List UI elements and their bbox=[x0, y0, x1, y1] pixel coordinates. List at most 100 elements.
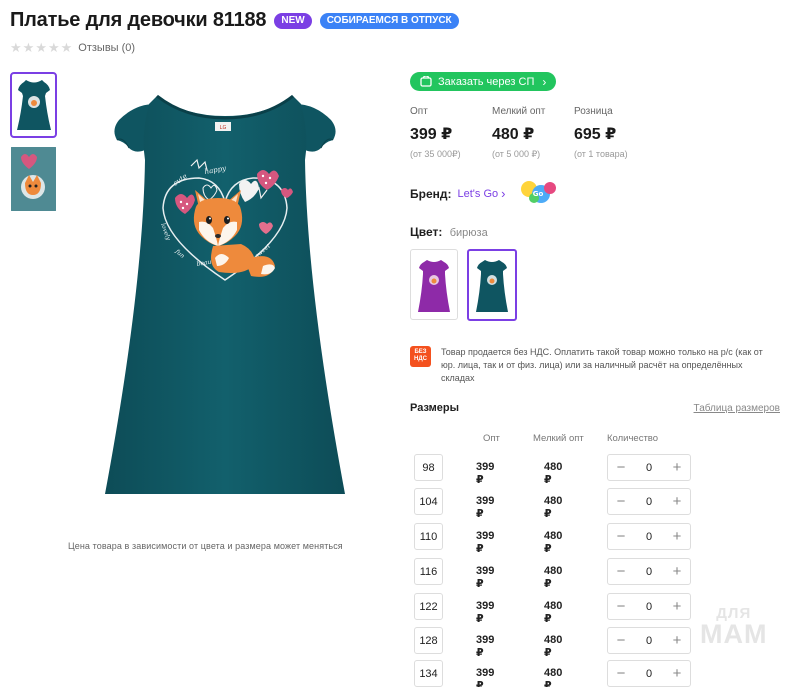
price-note: (от 5 000 ₽) bbox=[492, 149, 541, 159]
brand-row: Бренд: Let's Go › Go bbox=[410, 180, 780, 207]
chevron-right-icon: › bbox=[501, 186, 506, 201]
size-label: 104 bbox=[414, 488, 443, 515]
star-icon: ★ bbox=[47, 40, 60, 55]
col-head-opt: Опт bbox=[483, 433, 500, 444]
swatch-purple[interactable] bbox=[410, 249, 458, 320]
color-value: бирюза bbox=[449, 227, 488, 239]
chevron-right-icon: › bbox=[542, 74, 547, 89]
brand-link[interactable]: Let's Go bbox=[458, 188, 499, 200]
quantity-stepper: − 0 + bbox=[607, 454, 691, 481]
reviews-link[interactable]: Отзывы (0) bbox=[78, 42, 135, 54]
price-block: Опт 399 ₽ (от 35 000₽) Мелкий опт 480 ₽ … bbox=[410, 106, 780, 160]
rating-row: ★ ★ ★ ★ ★ Отзывы (0) bbox=[10, 40, 135, 56]
vat-text: Товар продается без НДС. Оплатить такой … bbox=[441, 347, 763, 383]
minus-button[interactable]: − bbox=[614, 564, 628, 579]
brand-logo[interactable]: Go bbox=[519, 180, 557, 207]
svg-text:Go: Go bbox=[533, 190, 544, 198]
product-info: Заказать через СП › Опт 399 ₽ (от 35 000… bbox=[410, 72, 780, 414]
main-product-image[interactable]: LG cute happy lovely fun beautiful dream… bbox=[95, 90, 355, 500]
star-icon: ★ bbox=[10, 40, 22, 55]
size-opt-price: 399 ₽ bbox=[476, 461, 495, 486]
quantity-value[interactable]: 0 bbox=[646, 531, 652, 543]
size-label: 134 bbox=[414, 660, 443, 687]
watermark: ДЛЯ МАМ bbox=[700, 606, 767, 648]
size-opt-price: 399 ₽ bbox=[476, 634, 495, 659]
size-small-opt-price: 480 ₽ bbox=[544, 600, 563, 625]
rating-stars: ★ ★ ★ ★ ★ bbox=[10, 40, 72, 56]
quantity-stepper: − 0 + bbox=[607, 627, 691, 654]
sizes-header: Размеры Таблица размеров bbox=[410, 402, 780, 414]
watermark-line: МАМ bbox=[700, 619, 768, 649]
quantity-value[interactable]: 0 bbox=[646, 668, 652, 680]
size-chart-link[interactable]: Таблица размеров bbox=[694, 403, 780, 414]
thumbnail-list bbox=[10, 72, 57, 212]
new-badge: NEW bbox=[274, 12, 312, 29]
quantity-stepper: − 0 + bbox=[607, 523, 691, 550]
quantity-stepper: − 0 + bbox=[607, 593, 691, 620]
size-opt-price: 399 ₽ bbox=[476, 667, 495, 687]
lets-go-logo-image: Go bbox=[521, 181, 557, 203]
plus-button[interactable]: + bbox=[670, 494, 684, 509]
star-icon: ★ bbox=[35, 40, 47, 55]
size-label: 98 bbox=[414, 454, 443, 481]
price-change-note: Цена товара в зависимости от цвета и раз… bbox=[68, 541, 343, 551]
quantity-value[interactable]: 0 bbox=[646, 566, 652, 578]
vat-notice: БЕЗ НДС Товар продается без НДС. Оплатит… bbox=[410, 346, 780, 385]
cart-icon bbox=[420, 76, 432, 87]
price-small-opt: Мелкий опт 480 ₽ (от 5 000 ₽) bbox=[492, 106, 574, 160]
size-small-opt-price: 480 ₽ bbox=[544, 634, 563, 659]
star-icon: ★ bbox=[22, 40, 35, 55]
size-opt-price: 399 ₽ bbox=[476, 495, 495, 520]
minus-button[interactable]: − bbox=[614, 633, 628, 648]
brand-label: Бренд: bbox=[410, 186, 452, 201]
col-head-qty: Количество bbox=[607, 433, 659, 444]
quantity-value[interactable]: 0 bbox=[646, 635, 652, 647]
size-small-opt-price: 480 ₽ bbox=[544, 495, 563, 520]
thumbnail-dress[interactable] bbox=[10, 72, 57, 138]
vacation-badge[interactable]: СОБИРАЕМСЯ В ОТПУСК bbox=[319, 12, 459, 29]
quantity-value[interactable]: 0 bbox=[646, 462, 652, 474]
size-label: 128 bbox=[414, 627, 443, 654]
minus-button[interactable]: − bbox=[614, 494, 628, 509]
price-opt: Опт 399 ₽ (от 35 000₽) bbox=[410, 106, 492, 160]
size-label: 122 bbox=[414, 593, 443, 620]
minus-button[interactable]: − bbox=[614, 666, 628, 681]
size-small-opt-price: 480 ₽ bbox=[544, 530, 563, 555]
thumbnail-print[interactable] bbox=[10, 146, 57, 212]
size-opt-price: 399 ₽ bbox=[476, 600, 495, 625]
turquoise-dress-image bbox=[476, 260, 508, 312]
price-retail: Розница 695 ₽ (от 1 товара) bbox=[574, 106, 656, 160]
minus-button[interactable]: − bbox=[614, 529, 628, 544]
svg-text:LG: LG bbox=[220, 125, 227, 131]
plus-button[interactable]: + bbox=[670, 564, 684, 579]
swatch-turquoise[interactable] bbox=[467, 249, 517, 321]
vat-icon-line: БЕЗ bbox=[414, 349, 427, 355]
price-value: 480 ₽ bbox=[492, 126, 535, 143]
size-label: 116 bbox=[414, 558, 443, 585]
price-note: (от 35 000₽) bbox=[410, 149, 461, 159]
print-thumbnail-image bbox=[11, 147, 56, 211]
size-small-opt-price: 480 ₽ bbox=[544, 667, 563, 687]
plus-button[interactable]: + bbox=[670, 529, 684, 544]
minus-button[interactable]: − bbox=[614, 460, 628, 475]
page-title: Платье для девочки 81188 bbox=[10, 9, 267, 31]
quantity-value[interactable]: 0 bbox=[646, 601, 652, 613]
price-value: 399 ₽ bbox=[410, 126, 453, 143]
price-label: Мелкий опт bbox=[492, 106, 546, 117]
quantity-value[interactable]: 0 bbox=[646, 496, 652, 508]
quantity-stepper: − 0 + bbox=[607, 488, 691, 515]
no-vat-icon: БЕЗ НДС bbox=[410, 346, 431, 367]
plus-button[interactable]: + bbox=[670, 599, 684, 614]
plus-button[interactable]: + bbox=[670, 666, 684, 681]
plus-button[interactable]: + bbox=[670, 633, 684, 648]
plus-button[interactable]: + bbox=[670, 460, 684, 475]
dress-thumbnail-image bbox=[16, 80, 51, 130]
price-note: (от 1 товара) bbox=[574, 149, 628, 159]
color-label: Цвет: bbox=[410, 225, 443, 239]
color-row: Цвет: бирюза bbox=[410, 225, 780, 321]
order-sp-button[interactable]: Заказать через СП › bbox=[410, 72, 557, 91]
size-small-opt-price: 480 ₽ bbox=[544, 461, 563, 486]
size-small-opt-price: 480 ₽ bbox=[544, 565, 563, 590]
minus-button[interactable]: − bbox=[614, 599, 628, 614]
color-swatches bbox=[410, 249, 780, 321]
